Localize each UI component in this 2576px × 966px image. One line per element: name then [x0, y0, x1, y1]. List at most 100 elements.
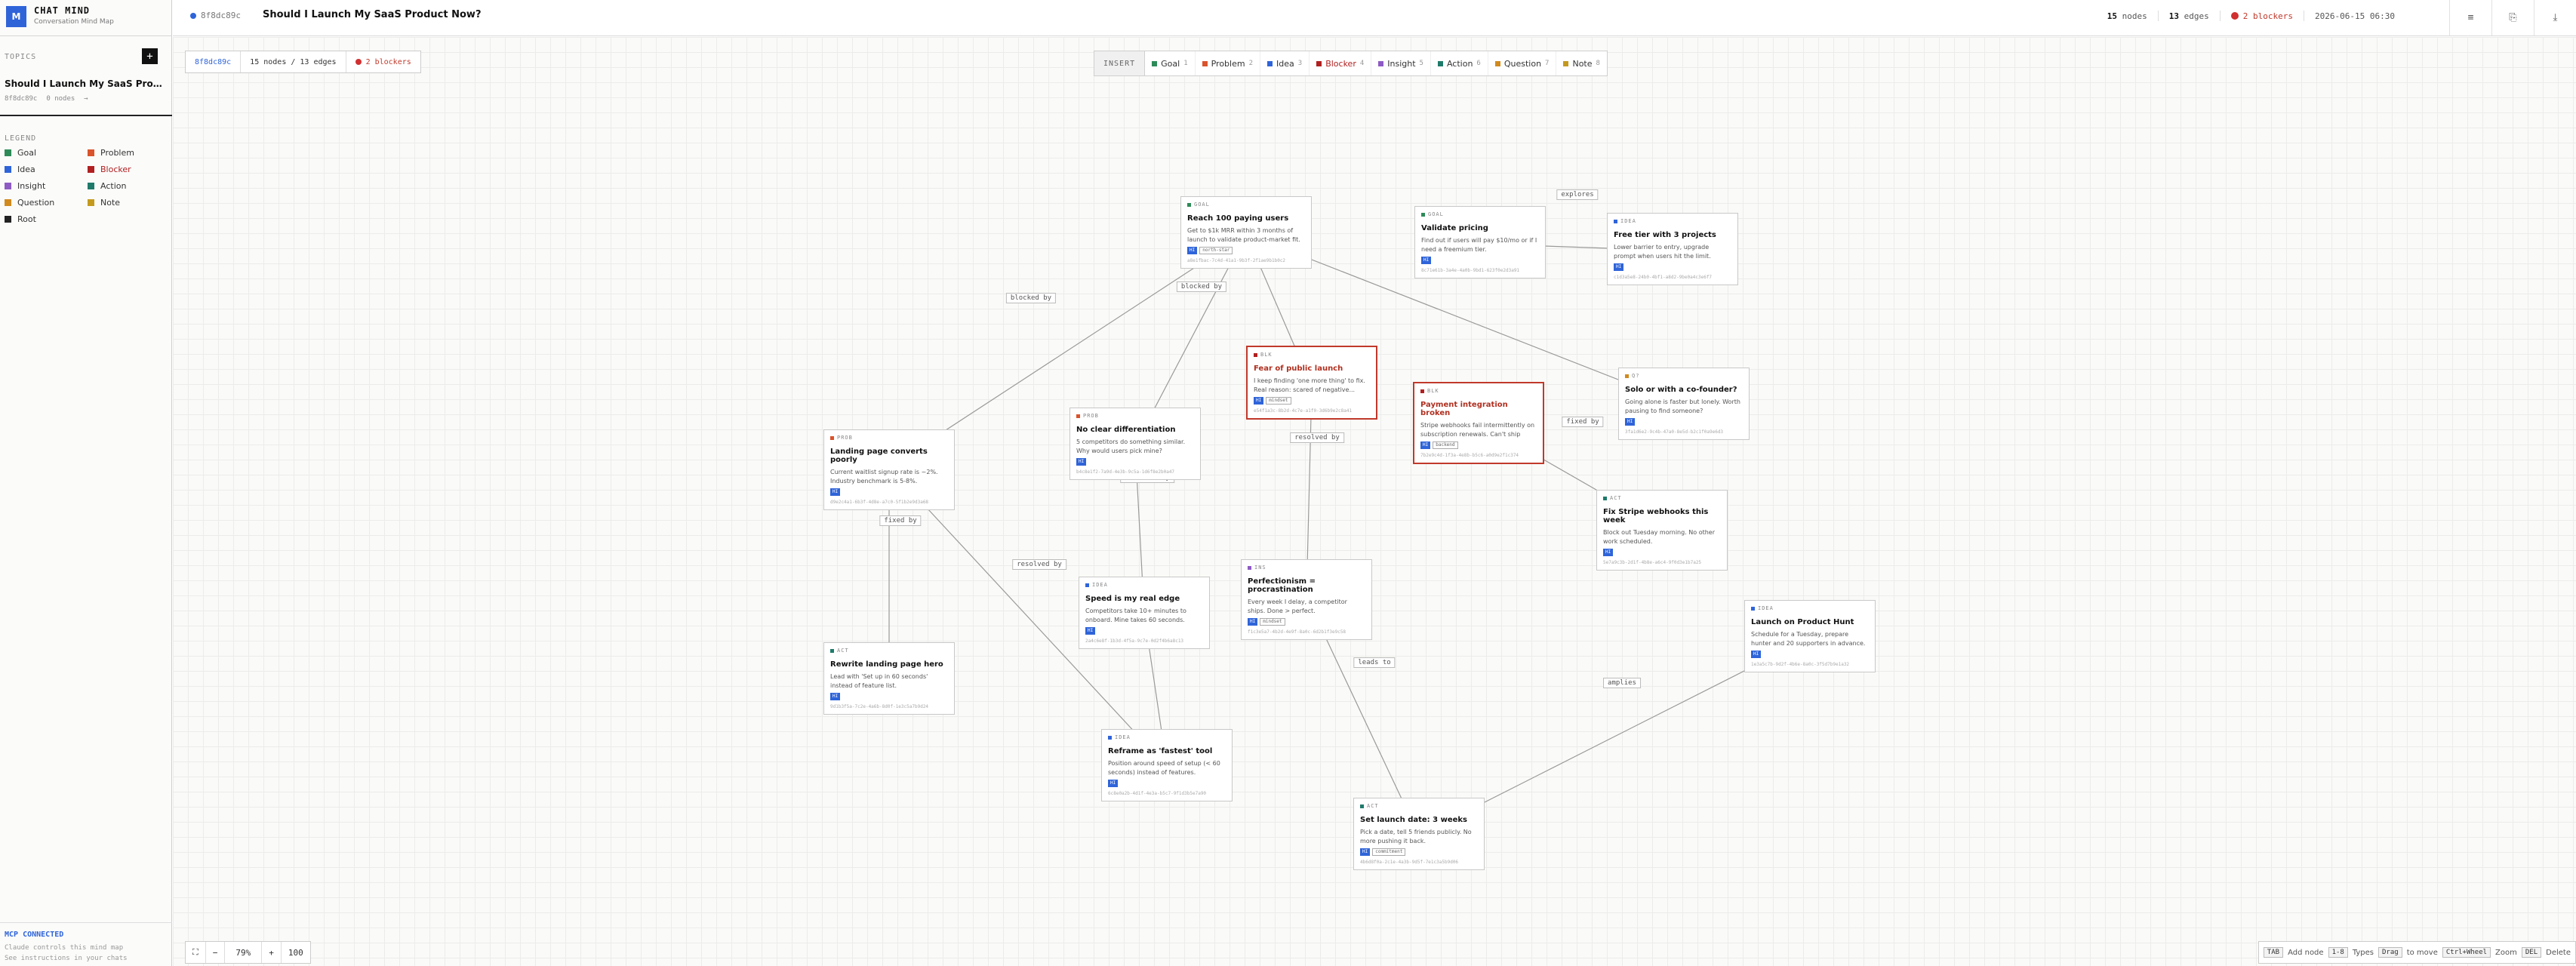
map-breadcrumb: 8f8dc89c 15 nodes / 13 edges 2 blockers [185, 51, 421, 73]
node-type: IDEA [1085, 582, 1203, 588]
insert-note-button[interactable]: Note 8 [1556, 51, 1606, 75]
edge-label[interactable]: blocked by [1005, 293, 1057, 303]
node-goal-pricing[interactable]: GOAL Validate pricing Find out if users wi… [1414, 206, 1546, 278]
legend-label: Note [100, 197, 121, 208]
shortcut-label: to move [2406, 948, 2438, 957]
node-tag: HI [830, 488, 841, 496]
export-button[interactable]: ⤓ [2534, 0, 2576, 35]
node-tag: HI [1360, 848, 1371, 856]
edge-label[interactable]: fixed by [879, 515, 922, 526]
app-logo[interactable]: M [6, 6, 26, 27]
breadcrumb-id[interactable]: 8f8dc89c [186, 51, 240, 72]
edge-label[interactable]: leads to [1353, 657, 1396, 668]
node-tags: HI mindset [1254, 397, 1370, 405]
node-prob-landing[interactable]: PROB Landing page converts poorly Current … [823, 429, 955, 510]
node-goal-100[interactable]: GOAL Reach 100 paying users Get to $1k MRR… [1180, 196, 1312, 269]
zoom-out-button[interactable]: − [206, 942, 226, 963]
legend-label: Insight [17, 180, 46, 191]
node-act-stripe[interactable]: ACT Fix Stripe webhooks this week Block ou… [1596, 490, 1728, 571]
node-prob-diff[interactable]: PROB No clear differentiation 5 competitor… [1069, 408, 1201, 480]
blocker-dot-icon [355, 59, 362, 65]
shortcut-key: Drag [2378, 947, 2402, 958]
fit-view-button[interactable]: ⛶ [186, 942, 206, 963]
insert-problem-button[interactable]: Problem 2 [1196, 51, 1261, 75]
node-title: Set launch date: 3 weeks [1360, 816, 1467, 824]
topic-item[interactable]: Should I Launch My SaaS Produ... 8f8dc89… [0, 72, 172, 116]
node-act-rewrite[interactable]: ACT Rewrite landing page hero Lead with 'S… [823, 642, 955, 715]
edge-label[interactable]: fixed by [1562, 417, 1604, 427]
type-swatch [1254, 352, 1257, 357]
insert-idea-button[interactable]: Idea 3 [1260, 51, 1310, 75]
insert-question-button[interactable]: Question 7 [1488, 51, 1557, 75]
node-tag: backend [1433, 441, 1458, 449]
node-tags: HI [1108, 780, 1226, 787]
breadcrumb-blockers[interactable]: 2 blockers [345, 51, 420, 72]
insert-label: Note [1572, 58, 1593, 69]
node-type: IDEA [1751, 605, 1869, 611]
edge-label[interactable]: resolved by [1012, 559, 1066, 570]
node-id: 6c8e0a2b-4d1f-4e3a-b5c7-9f1d3b5e7a90 [1108, 791, 1207, 796]
type-swatch [1085, 583, 1089, 587]
type-swatch [1202, 60, 1208, 66]
legend-swatch [5, 149, 11, 156]
topic-node-count: 0 nodes [46, 95, 75, 103]
brand: M CHAT MIND Conversation Mind Map [0, 0, 172, 36]
blocker-count[interactable]: 2 blockers [2230, 11, 2293, 21]
status-dot-icon [190, 13, 196, 19]
insert-goal-button[interactable]: Goal 1 [1145, 51, 1196, 75]
node-tag: mindset [1266, 397, 1291, 405]
shortcut-label: Add node [2288, 948, 2324, 957]
shortcut-key: 7 [1545, 60, 1550, 67]
node-idea-speed[interactable]: IDEA Speed is my real edge Competitors tak… [1079, 577, 1210, 649]
save-button[interactable]: ⎘ [2491, 0, 2534, 35]
edge-label[interactable]: amplies [1603, 678, 1641, 688]
shortcut-key: 2 [1248, 60, 1254, 67]
insert-label: INSERT [1094, 51, 1146, 75]
zoom-in-button[interactable]: + [262, 942, 282, 963]
type-swatch [1437, 60, 1443, 66]
mind-map-canvas[interactable]: exploresblocked byblocked byblocked byde… [173, 37, 2576, 966]
type-swatch [1316, 60, 1322, 66]
legend-label: Problem [100, 147, 134, 158]
node-idea-reframe[interactable]: IDEA Reframe as 'fastest' tool Position ar… [1101, 729, 1233, 801]
node-id: 5e7a9c3b-2d1f-4b8e-a6c4-9f0d3e1b7a25 [1603, 560, 1702, 565]
node-blk-fear[interactable]: BLK Fear of public launch I keep finding '… [1246, 346, 1377, 420]
node-act-launch[interactable]: ACT Set launch date: 3 weeks Pick a date, … [1353, 798, 1485, 870]
node-tag: HI [1248, 618, 1258, 626]
node-tags: HI [1076, 458, 1194, 466]
zoom-reset-button[interactable]: 100 [282, 942, 310, 963]
legend-swatch [5, 165, 11, 173]
node-type: INS [1248, 565, 1365, 571]
node-ins-perf[interactable]: INS Perfectionism = procrastination Every … [1241, 559, 1372, 640]
add-topic-button[interactable]: + [142, 48, 158, 64]
edge-label[interactable]: explores [1556, 189, 1599, 200]
type-swatch [1420, 389, 1424, 393]
shortcut-label: Zoom [2495, 948, 2517, 957]
menu-button[interactable]: ≡ [2449, 0, 2491, 35]
insert-action-button[interactable]: Action 6 [1431, 51, 1488, 75]
legend-swatch [5, 198, 11, 206]
legend-label: Goal [17, 147, 37, 158]
legend-swatch [88, 149, 94, 156]
legend-label: Action [100, 180, 127, 191]
node-q-solo[interactable]: Q? Solo or with a co-founder? Going alone … [1618, 368, 1750, 440]
node-idea-free[interactable]: IDEA Free tier with 3 projects Lower barri… [1607, 213, 1738, 285]
node-type: Q? [1625, 373, 1743, 379]
node-tag: HI [1625, 418, 1636, 426]
topic-meta: 8f8dc89c 0 nodes → [5, 95, 88, 103]
insert-insight-button[interactable]: Insight 5 [1371, 51, 1431, 75]
edge-label[interactable]: resolved by [1290, 432, 1344, 443]
node-note-ph[interactable]: IDEA Launch on Product Hunt Schedule for a… [1744, 600, 1876, 672]
node-tag: north-star [1199, 247, 1233, 254]
shortcut-label: Delete [2546, 948, 2571, 957]
topic-title: Should I Launch My SaaS Produ... [5, 78, 163, 89]
node-title: Landing page converts poorly [830, 448, 928, 464]
edge-label[interactable]: blocked by [1176, 281, 1227, 292]
menu-icon: ≡ [2467, 12, 2474, 23]
node-blk-pay[interactable]: BLK Payment integration broken Stripe webh… [1413, 382, 1544, 464]
node-title: Free tier with 3 projects [1614, 231, 1716, 239]
node-tags: HI [1625, 418, 1743, 426]
node-type: ACT [830, 648, 948, 654]
insert-blocker-button[interactable]: Blocker 4 [1310, 51, 1372, 75]
arrow-right-icon[interactable]: → [84, 95, 88, 103]
